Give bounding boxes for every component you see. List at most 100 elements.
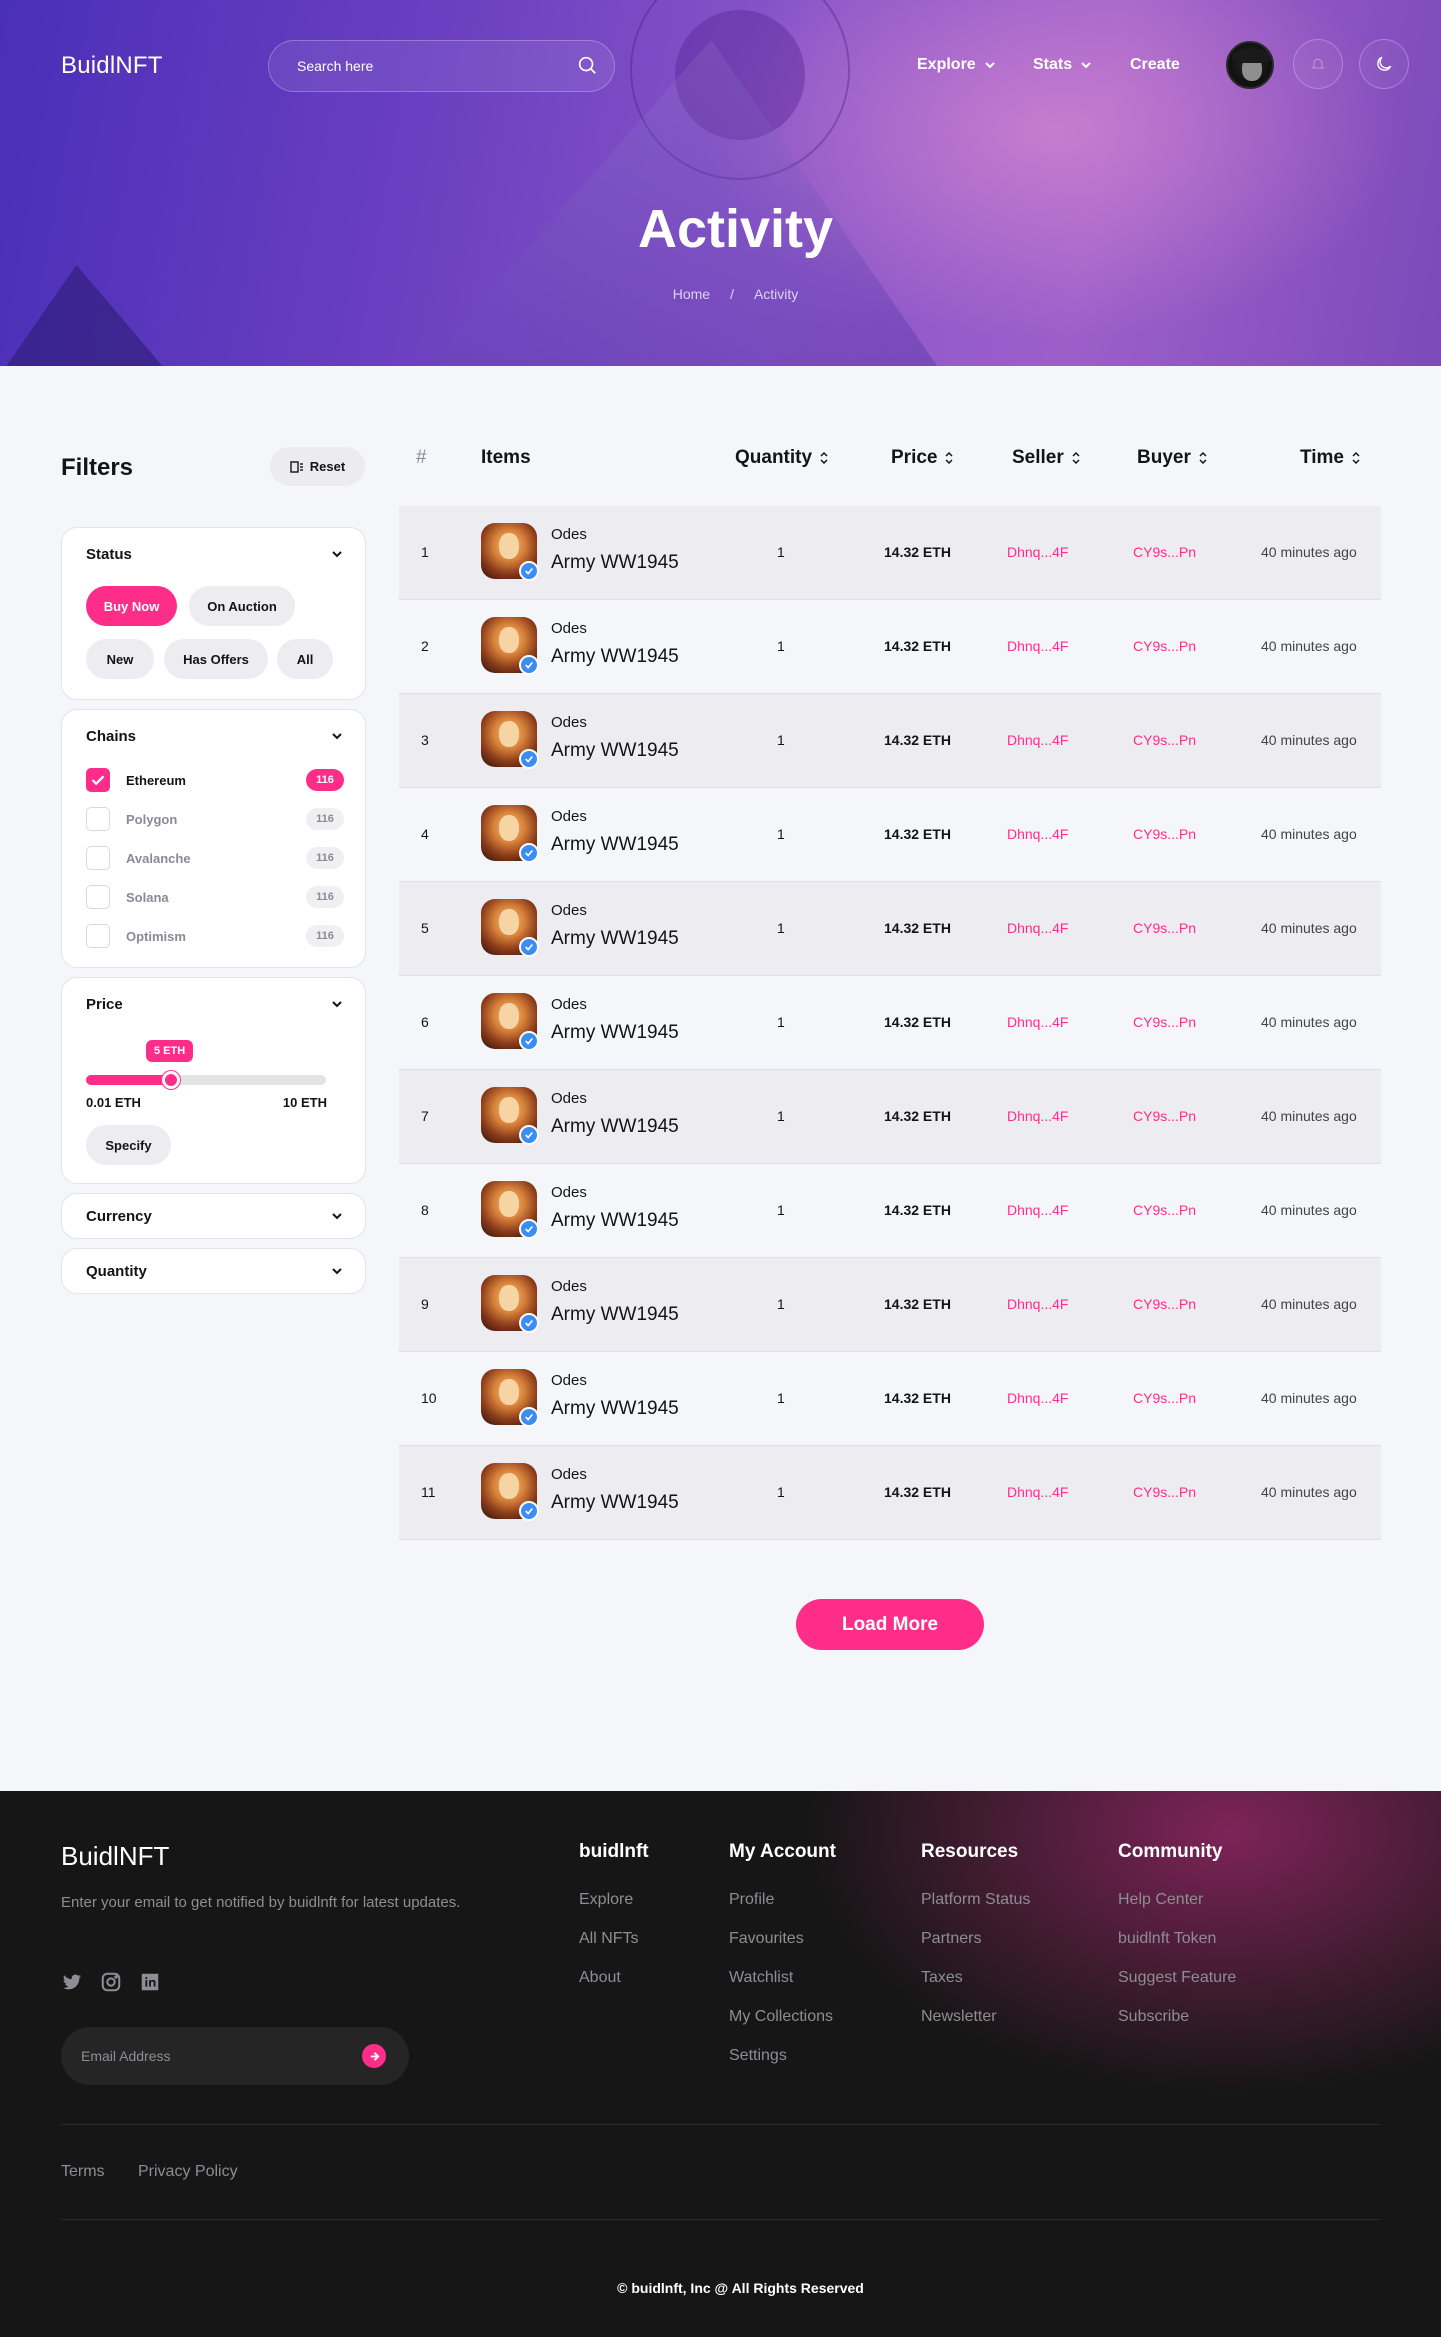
item-name[interactable]: Army WW1945 bbox=[551, 1116, 679, 1138]
status-chip-has-offers[interactable]: Has Offers bbox=[164, 639, 268, 679]
table-row[interactable]: 9 Odes Army WW1945 1 14.32 ETH Dhnq...4F… bbox=[399, 1258, 1381, 1352]
instagram-icon[interactable] bbox=[100, 1971, 122, 1993]
chain-checkbox[interactable] bbox=[86, 768, 110, 792]
table-row[interactable]: 5 Odes Army WW1945 1 14.32 ETH Dhnq...4F… bbox=[399, 882, 1381, 976]
item-name[interactable]: Army WW1945 bbox=[551, 740, 679, 762]
item-name[interactable]: Army WW1945 bbox=[551, 834, 679, 856]
chain-option-polygon[interactable]: Polygon 116 bbox=[86, 806, 344, 832]
item-name[interactable]: Army WW1945 bbox=[551, 928, 679, 950]
chain-checkbox[interactable] bbox=[86, 924, 110, 948]
table-row[interactable]: 4 Odes Army WW1945 1 14.32 ETH Dhnq...4F… bbox=[399, 788, 1381, 882]
status-chip-on-auction[interactable]: On Auction bbox=[189, 586, 295, 626]
seller-link[interactable]: Dhnq...4F bbox=[1007, 638, 1068, 654]
footer-link-newsletter[interactable]: Newsletter bbox=[921, 2006, 1030, 2027]
chain-checkbox[interactable] bbox=[86, 885, 110, 909]
item-name[interactable]: Army WW1945 bbox=[551, 1210, 679, 1232]
footer-link-my-collections[interactable]: My Collections bbox=[729, 2006, 836, 2027]
seller-link[interactable]: Dhnq...4F bbox=[1007, 1014, 1068, 1030]
search-bar[interactable] bbox=[268, 40, 615, 92]
status-chip-buy-now[interactable]: Buy Now bbox=[86, 586, 177, 626]
load-more-button[interactable]: Load More bbox=[796, 1599, 984, 1650]
footer-link-profile[interactable]: Profile bbox=[729, 1889, 836, 1910]
table-row[interactable]: 3 Odes Army WW1945 1 14.32 ETH Dhnq...4F… bbox=[399, 694, 1381, 788]
footer-link-all-nfts[interactable]: All NFTs bbox=[579, 1928, 649, 1949]
collection-name[interactable]: Odes bbox=[551, 1184, 587, 1201]
specify-button[interactable]: Specify bbox=[86, 1125, 171, 1165]
buyer-link[interactable]: CY9s...Pn bbox=[1133, 732, 1196, 748]
footer-link-token[interactable]: buidlnft Token bbox=[1118, 1928, 1236, 1949]
buyer-link[interactable]: CY9s...Pn bbox=[1133, 1108, 1196, 1124]
price-slider-handle[interactable] bbox=[162, 1071, 180, 1089]
column-header-price[interactable]: Price bbox=[891, 447, 954, 469]
table-row[interactable]: 2 Odes Army WW1945 1 14.32 ETH Dhnq...4F… bbox=[399, 600, 1381, 694]
footer-link-watchlist[interactable]: Watchlist bbox=[729, 1967, 836, 1988]
item-name[interactable]: Army WW1945 bbox=[551, 1492, 679, 1514]
item-name[interactable]: Army WW1945 bbox=[551, 552, 679, 574]
item-name[interactable]: Army WW1945 bbox=[551, 1398, 679, 1420]
terms-link[interactable]: Terms bbox=[61, 2163, 105, 2181]
footer-brand[interactable]: BuidlNFT bbox=[61, 1841, 169, 1872]
table-row[interactable]: 10 Odes Army WW1945 1 14.32 ETH Dhnq...4… bbox=[399, 1352, 1381, 1446]
buyer-link[interactable]: CY9s...Pn bbox=[1133, 920, 1196, 936]
table-row[interactable]: 8 Odes Army WW1945 1 14.32 ETH Dhnq...4F… bbox=[399, 1164, 1381, 1258]
column-header-quantity[interactable]: Quantity bbox=[735, 447, 829, 469]
chain-checkbox[interactable] bbox=[86, 846, 110, 870]
footer-link-suggest-feature[interactable]: Suggest Feature bbox=[1118, 1967, 1236, 1988]
breadcrumb-home[interactable]: Home bbox=[673, 286, 710, 302]
table-row[interactable]: 6 Odes Army WW1945 1 14.32 ETH Dhnq...4F… bbox=[399, 976, 1381, 1070]
column-header-seller[interactable]: Seller bbox=[1012, 447, 1081, 469]
chevron-down-icon[interactable] bbox=[331, 548, 343, 560]
price-slider[interactable] bbox=[86, 1071, 326, 1089]
chain-option-solana[interactable]: Solana 116 bbox=[86, 884, 344, 910]
chain-option-ethereum[interactable]: Ethereum 116 bbox=[86, 767, 344, 793]
buyer-link[interactable]: CY9s...Pn bbox=[1133, 826, 1196, 842]
nav-create[interactable]: Create bbox=[1130, 56, 1180, 74]
collection-name[interactable]: Odes bbox=[551, 1466, 587, 1483]
chain-option-optimism[interactable]: Optimism 116 bbox=[86, 923, 344, 949]
footer-link-platform-status[interactable]: Platform Status bbox=[921, 1889, 1030, 1910]
footer-link-subscribe[interactable]: Subscribe bbox=[1118, 2006, 1236, 2027]
item-name[interactable]: Army WW1945 bbox=[551, 1304, 679, 1326]
item-name[interactable]: Army WW1945 bbox=[551, 1022, 679, 1044]
brand-logo[interactable]: BuidlNFT bbox=[61, 52, 163, 80]
chain-checkbox[interactable] bbox=[86, 807, 110, 831]
email-field[interactable] bbox=[81, 2027, 341, 2085]
footer-link-favourites[interactable]: Favourites bbox=[729, 1928, 836, 1949]
column-header-time[interactable]: Time bbox=[1300, 447, 1361, 469]
item-name[interactable]: Army WW1945 bbox=[551, 646, 679, 668]
footer-link-settings[interactable]: Settings bbox=[729, 2045, 836, 2066]
column-header-buyer[interactable]: Buyer bbox=[1137, 447, 1208, 469]
seller-link[interactable]: Dhnq...4F bbox=[1007, 826, 1068, 842]
theme-toggle-button[interactable] bbox=[1359, 39, 1409, 89]
buyer-link[interactable]: CY9s...Pn bbox=[1133, 1296, 1196, 1312]
nav-stats[interactable]: Stats bbox=[1033, 56, 1092, 74]
collection-name[interactable]: Odes bbox=[551, 1090, 587, 1107]
buyer-link[interactable]: CY9s...Pn bbox=[1133, 1484, 1196, 1500]
seller-link[interactable]: Dhnq...4F bbox=[1007, 544, 1068, 560]
user-avatar[interactable] bbox=[1226, 41, 1274, 89]
privacy-policy-link[interactable]: Privacy Policy bbox=[138, 2163, 238, 2181]
buyer-link[interactable]: CY9s...Pn bbox=[1133, 1014, 1196, 1030]
footer-link-help-center[interactable]: Help Center bbox=[1118, 1889, 1236, 1910]
collection-name[interactable]: Odes bbox=[551, 1372, 587, 1389]
subscribe-button[interactable] bbox=[362, 2044, 386, 2068]
footer-link-about[interactable]: About bbox=[579, 1967, 649, 1988]
footer-link-partners[interactable]: Partners bbox=[921, 1928, 1030, 1949]
chevron-down-icon[interactable] bbox=[331, 998, 343, 1010]
nav-explore[interactable]: Explore bbox=[917, 56, 996, 74]
collection-name[interactable]: Odes bbox=[551, 902, 587, 919]
quantity-filter-panel[interactable]: Quantity bbox=[61, 1248, 366, 1294]
collection-name[interactable]: Odes bbox=[551, 1278, 587, 1295]
seller-link[interactable]: Dhnq...4F bbox=[1007, 1202, 1068, 1218]
collection-name[interactable]: Odes bbox=[551, 808, 587, 825]
buyer-link[interactable]: CY9s...Pn bbox=[1133, 638, 1196, 654]
linkedin-icon[interactable] bbox=[139, 1971, 161, 1993]
seller-link[interactable]: Dhnq...4F bbox=[1007, 1390, 1068, 1406]
notification-button[interactable] bbox=[1293, 39, 1343, 89]
seller-link[interactable]: Dhnq...4F bbox=[1007, 920, 1068, 936]
table-row[interactable]: 7 Odes Army WW1945 1 14.32 ETH Dhnq...4F… bbox=[399, 1070, 1381, 1164]
buyer-link[interactable]: CY9s...Pn bbox=[1133, 1202, 1196, 1218]
table-row[interactable]: 1 Odes Army WW1945 1 14.32 ETH Dhnq...4F… bbox=[399, 506, 1381, 600]
chevron-down-icon[interactable] bbox=[331, 1210, 343, 1222]
seller-link[interactable]: Dhnq...4F bbox=[1007, 1484, 1068, 1500]
